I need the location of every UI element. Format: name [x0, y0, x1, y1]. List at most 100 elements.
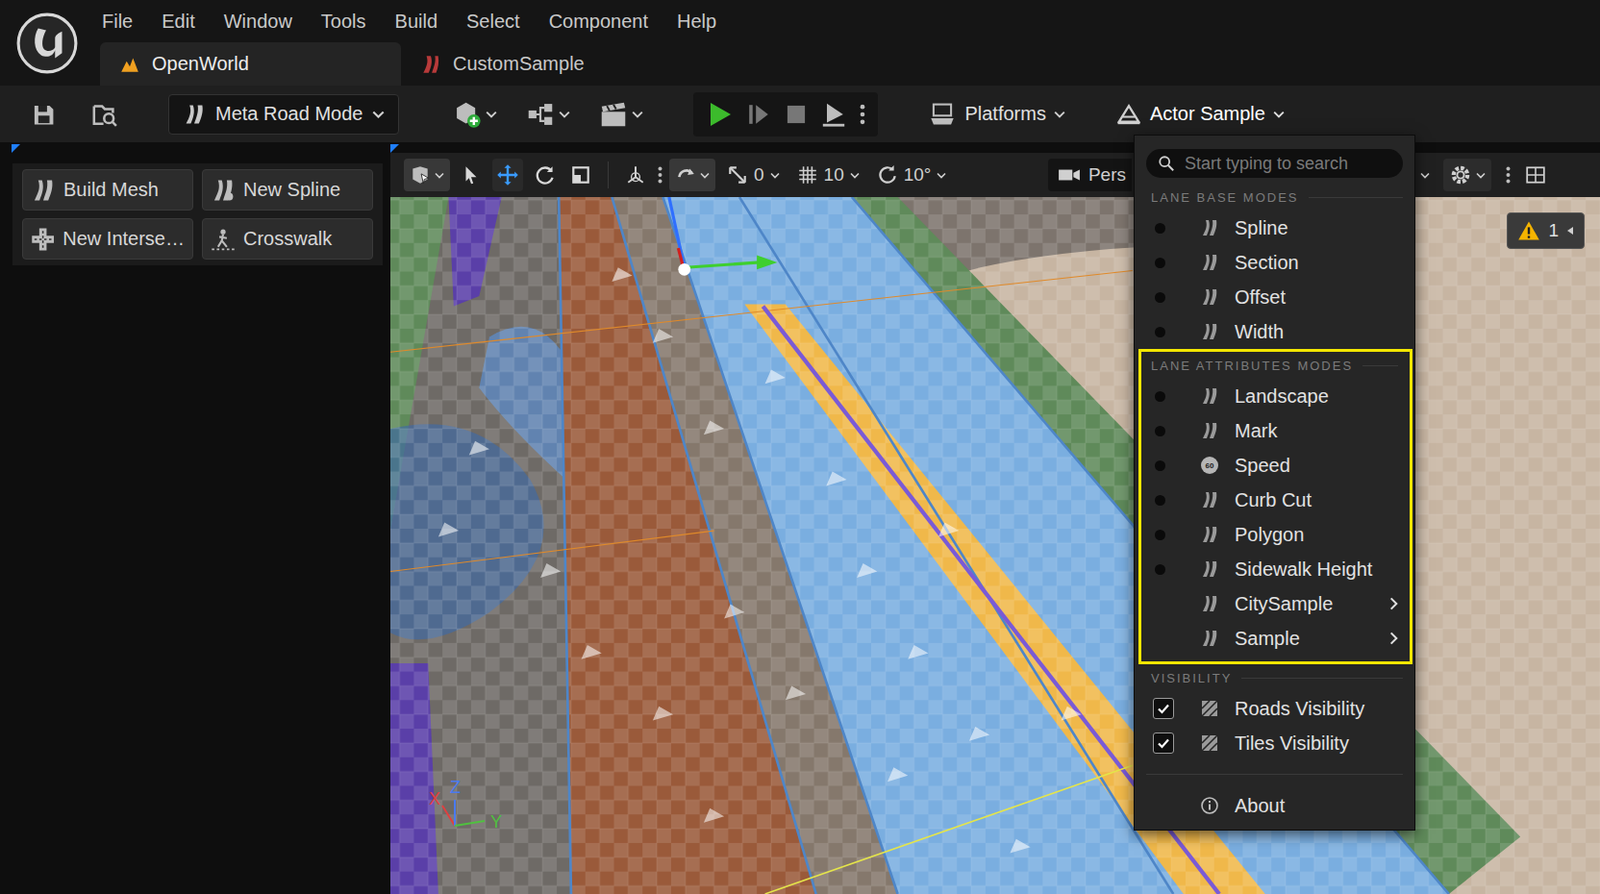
menu-row[interactable]: Width — [1134, 314, 1415, 350]
actor-sample-button[interactable]: Actor Sample — [1107, 94, 1293, 135]
radio-dot[interactable] — [1154, 564, 1166, 575]
menu-item[interactable]: Help — [662, 10, 731, 33]
road-mode-icon — [182, 102, 206, 126]
cinematics-button[interactable] — [595, 95, 648, 134]
stop-icon[interactable] — [783, 101, 809, 127]
icon-cell — [1184, 287, 1235, 307]
radio-dot[interactable] — [1154, 257, 1166, 269]
camera-dropdown[interactable]: Pers — [1048, 158, 1132, 192]
menu-search-field[interactable]: Start typing to search — [1146, 149, 1403, 178]
road-network-render[interactable] — [390, 197, 1600, 894]
menu-row[interactable]: Sample — [1134, 621, 1410, 656]
menu-row[interactable]: Tiles Visibility — [1134, 725, 1415, 761]
menu-row[interactable]: CitySample — [1134, 586, 1410, 622]
kebab-icon[interactable] — [858, 101, 867, 127]
level-icon — [119, 53, 141, 75]
lane-mode-icon — [1200, 421, 1220, 441]
road-tool-button[interactable]: Crosswalk — [201, 218, 374, 260]
step-icon[interactable] — [745, 100, 773, 128]
translate-snap[interactable]: 0 — [721, 164, 786, 186]
checkbox[interactable] — [1152, 698, 1175, 720]
radio-dot[interactable] — [1154, 292, 1166, 303]
coordinate-system-button[interactable] — [620, 158, 651, 192]
search-placeholder: Start typing to search — [1184, 153, 1349, 175]
warnings-badge[interactable]: 1 — [1506, 212, 1585, 250]
transform-tool-button[interactable] — [492, 158, 524, 192]
radio-dot[interactable] — [1154, 460, 1166, 472]
menu-item[interactable]: Component — [534, 10, 663, 33]
transform-tool-button[interactable] — [528, 158, 560, 192]
road-tool-button[interactable]: New Interse… — [22, 218, 194, 260]
menu-row[interactable]: Curb Cut — [1134, 482, 1410, 518]
lane-mode-icon — [1200, 525, 1220, 545]
mark-cell — [1134, 698, 1185, 720]
menu-item[interactable]: Window — [209, 10, 307, 33]
icon-cell: 60 — [1184, 456, 1235, 475]
kebab-icon[interactable] — [1504, 164, 1512, 186]
menu-row[interactable]: Sidewalk Height — [1134, 551, 1410, 587]
lane-mode-icon — [1200, 628, 1220, 649]
kebab-icon[interactable] — [656, 164, 664, 186]
mark-cell — [1134, 292, 1185, 303]
submenu-arrow-icon — [1389, 631, 1399, 646]
about-row[interactable]: About — [1134, 788, 1415, 824]
radio-dot[interactable] — [1154, 495, 1166, 506]
radio-dot[interactable] — [1154, 425, 1166, 437]
settings-dropdown[interactable] — [1443, 158, 1492, 192]
rotation-snap[interactable]: 10° — [871, 164, 953, 186]
selection-mode-icon — [409, 164, 431, 186]
blueprint-button[interactable] — [522, 95, 575, 134]
play-icon[interactable] — [704, 100, 734, 129]
menu-row[interactable]: Section — [1134, 245, 1415, 280]
checkbox[interactable] — [1152, 732, 1175, 754]
transform-tool-button[interactable] — [455, 158, 487, 192]
lane-mode-icon — [1200, 594, 1220, 614]
menu-row-label: Landscape — [1234, 385, 1399, 408]
info-icon — [1200, 796, 1220, 816]
lane-mode-icon — [1200, 252, 1220, 273]
menu-item[interactable]: Tools — [306, 10, 381, 33]
menu-item[interactable]: Edit — [147, 10, 209, 33]
layout-icon[interactable] — [1525, 164, 1547, 186]
chevron-down-icon — [770, 172, 780, 179]
menu-row[interactable]: Polygon — [1134, 517, 1410, 552]
document-tab[interactable]: CustomSample — [400, 42, 702, 86]
grid-snap[interactable]: 10 — [791, 164, 866, 186]
save-icon — [30, 101, 56, 127]
unreal-logo-icon[interactable] — [15, 11, 79, 75]
menu-row[interactable]: Landscape — [1134, 378, 1410, 414]
road-tool-button[interactable]: New Spline — [201, 169, 374, 211]
transform-tool-button[interactable] — [565, 158, 597, 192]
menu-row[interactable]: 60Speed — [1134, 448, 1410, 483]
selection-mode-dropdown[interactable] — [403, 158, 450, 192]
menu-item[interactable]: File — [87, 10, 148, 33]
road-tool-button[interactable]: Build Mesh — [22, 169, 194, 211]
radio-dot[interactable] — [1154, 223, 1166, 234]
save-button[interactable] — [25, 97, 61, 132]
menu-item[interactable]: Select — [451, 10, 535, 33]
surface-snap-dropdown[interactable] — [669, 158, 716, 192]
eject-icon[interactable] — [820, 100, 848, 128]
menu-row[interactable]: Mark — [1134, 413, 1410, 449]
menu-row[interactable]: Spline — [1134, 210, 1415, 246]
viewport-scene[interactable]: 1XZY — [390, 197, 1600, 894]
radio-dot[interactable] — [1154, 326, 1166, 338]
content-browser-button[interactable] — [87, 97, 123, 132]
menu-row[interactable]: Roads Visibility — [1134, 691, 1415, 726]
menu-row-label: Width — [1234, 321, 1403, 344]
menu-row[interactable]: Offset — [1134, 279, 1415, 315]
icon-cell — [1184, 421, 1235, 441]
document-tab[interactable]: OpenWorld — [100, 42, 401, 86]
menu-item[interactable]: Build — [380, 10, 452, 33]
logo-cell — [0, 0, 95, 86]
chevron-down-icon — [850, 172, 860, 179]
platforms-button[interactable]: Platforms — [920, 94, 1073, 135]
chevron-down-icon[interactable] — [1420, 172, 1430, 179]
viewport-toolbar-right — [1416, 158, 1600, 192]
mode-dropdown[interactable]: Meta Road Mode — [168, 94, 400, 135]
radio-dot[interactable] — [1154, 529, 1166, 541]
road-tool-label: New Spline — [243, 178, 341, 201]
radio-dot[interactable] — [1154, 391, 1166, 402]
add-actor-button[interactable] — [449, 95, 501, 134]
mark-cell — [1134, 425, 1185, 437]
